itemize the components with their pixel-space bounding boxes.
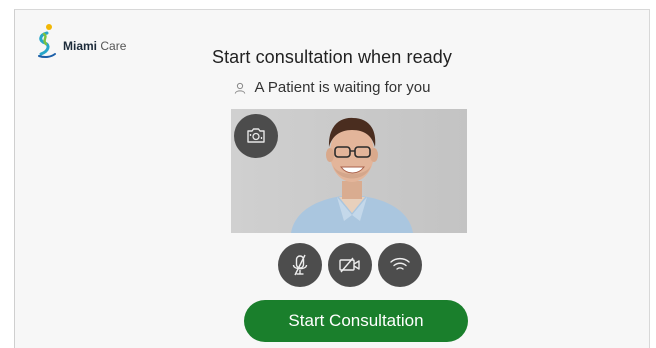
page-title: Start consultation when ready bbox=[211, 47, 453, 67]
app-window: Miami Care Start consultation when ready… bbox=[14, 9, 650, 348]
self-video-preview bbox=[231, 109, 467, 233]
waiting-status: A Patient is waiting for you bbox=[15, 79, 649, 98]
microphone-muted-icon bbox=[292, 254, 308, 276]
call-controls bbox=[278, 243, 422, 287]
switch-camera-button[interactable] bbox=[234, 114, 278, 158]
waiting-text: A Patient is waiting for you bbox=[254, 79, 431, 96]
network-status-button[interactable] bbox=[378, 243, 422, 287]
camera-toggle-button[interactable] bbox=[328, 243, 372, 287]
user-icon bbox=[234, 81, 246, 98]
camera-off-icon bbox=[339, 257, 360, 273]
mute-microphone-button[interactable] bbox=[278, 243, 322, 287]
camera-flip-icon bbox=[247, 128, 265, 143]
start-consultation-button[interactable]: Start Consultation bbox=[244, 300, 468, 342]
wifi-icon bbox=[390, 257, 410, 270]
